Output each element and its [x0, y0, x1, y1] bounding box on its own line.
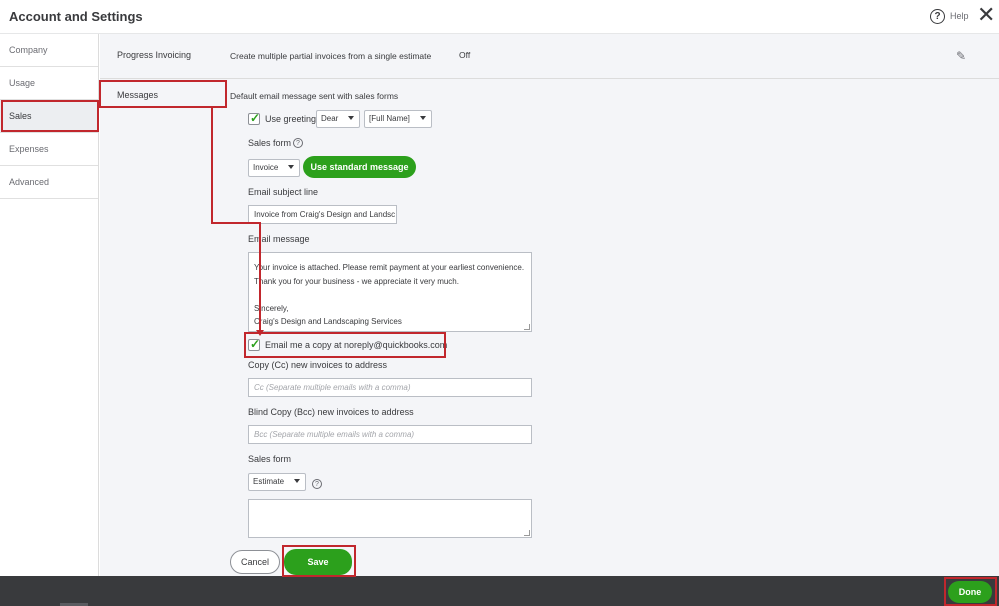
check-icon: ✓ [250, 111, 261, 125]
info-icon[interactable]: ? [312, 479, 322, 489]
arrow-down-icon [256, 330, 264, 336]
sidebar: Company Usage Sales Expenses Advanced [0, 34, 99, 576]
email-subject-input[interactable]: Invoice from Craig's Design and Landsc [248, 205, 397, 224]
cancel-button[interactable]: Cancel [230, 550, 280, 574]
email-subject-label: Email subject line [248, 187, 319, 197]
sidebar-item-usage[interactable]: Usage [0, 67, 98, 100]
email-message-line: Your invoice is attached. Please remit p… [254, 263, 525, 272]
caret-down-icon [348, 116, 354, 120]
use-greeting-label: Use greeting [265, 114, 317, 124]
sales-form2-select[interactable]: Estimate [248, 473, 306, 491]
sales-form2-select-value: Estimate [253, 477, 285, 486]
pencil-icon[interactable]: ✎ [956, 49, 966, 63]
sales-form2-label: Sales form [248, 454, 292, 464]
greeting-select-value: Dear [321, 114, 339, 123]
greeting-select[interactable]: Dear [316, 110, 360, 128]
bcc-label: Blind Copy (Bcc) new invoices to address [248, 407, 414, 417]
help-link[interactable]: ? Help [930, 7, 969, 25]
cc-label: Copy (Cc) new invoices to address [248, 360, 388, 370]
cc-input[interactable]: Cc (Separate multiple emails with a comm… [248, 378, 532, 397]
done-button[interactable]: Done [948, 581, 992, 603]
progress-invoicing-value: Off [459, 50, 471, 60]
email-copy-checkbox[interactable]: ✓ [248, 337, 261, 351]
resize-handle-icon[interactable] [524, 324, 530, 330]
check-icon: ✓ [250, 337, 261, 351]
sales-form-select-value: Invoice [253, 163, 279, 172]
sidebar-item-expenses[interactable]: Expenses [0, 133, 98, 166]
progress-invoicing-description: Create multiple partial invoices from a … [230, 51, 432, 61]
email-message-line: Thank you for your business - we appreci… [254, 276, 459, 286]
sidebar-item-company[interactable]: Company [0, 34, 98, 67]
use-greeting-checkbox[interactable]: ✓ [248, 111, 261, 125]
progress-invoicing-label: Progress Invoicing [117, 50, 192, 60]
email-message-line: Craig's Design and Landscaping Services [254, 317, 402, 326]
header: Account and Settings ? Help ✕ [0, 0, 999, 34]
email-message-textarea[interactable]: Your invoice is attached. Please remit p… [248, 252, 532, 332]
email-message-label: Email message [248, 234, 310, 244]
close-icon[interactable]: ✕ [977, 4, 995, 26]
caret-down-icon [294, 479, 300, 483]
messages-heading: Default email message sent with sales fo… [230, 91, 399, 101]
messages-label: Messages [117, 90, 159, 100]
name-select-value: [Full Name] [369, 114, 410, 123]
sales-form-message-textarea[interactable] [248, 499, 532, 538]
sales-form-label: Sales form [248, 138, 292, 148]
sales-form-select[interactable]: Invoice [248, 159, 300, 177]
email-message-line: Sincerely, [254, 303, 289, 313]
help-icon: ? [930, 8, 945, 24]
help-label: Help [950, 11, 969, 21]
save-button[interactable]: Save [284, 549, 352, 575]
footer-bar [0, 576, 999, 606]
bcc-input[interactable]: Bcc (Separate multiple emails with a com… [248, 425, 532, 444]
email-message-line [254, 288, 526, 302]
caret-down-icon [420, 116, 426, 120]
sidebar-item-advanced[interactable]: Advanced [0, 166, 98, 199]
resize-handle-icon[interactable] [524, 530, 530, 536]
info-icon[interactable]: ? [293, 138, 303, 148]
page-title: Account and Settings [9, 9, 143, 24]
sidebar-item-sales[interactable]: Sales [0, 100, 98, 133]
email-copy-label: Email me a copy at noreply@quickbooks.co… [265, 340, 448, 350]
use-standard-message-button[interactable]: Use standard message [303, 156, 416, 178]
caret-down-icon [288, 165, 294, 169]
row-divider [100, 78, 999, 79]
name-select[interactable]: [Full Name] [364, 110, 432, 128]
settings-content [100, 34, 999, 576]
